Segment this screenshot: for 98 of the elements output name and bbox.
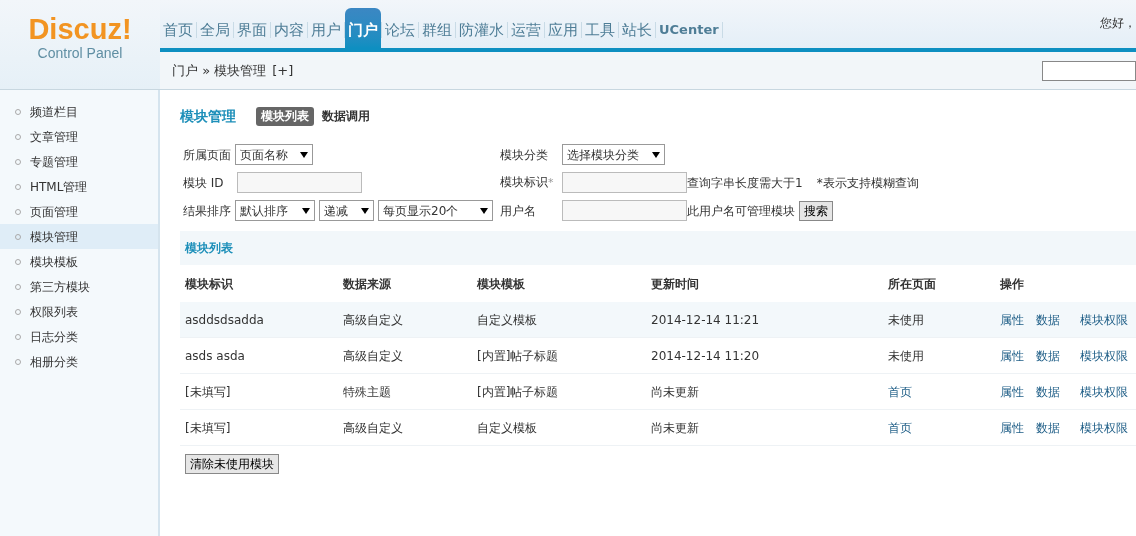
- nav-tab[interactable]: 论坛: [382, 8, 418, 48]
- table-cell-text: 自定义模板: [477, 311, 538, 329]
- caret-icon: [302, 207, 310, 214]
- column-header: 模块模板: [477, 275, 526, 293]
- nav-tab[interactable]: 界面: [234, 8, 270, 48]
- table-cell-text: 自定义模板: [477, 419, 538, 437]
- table-cell-text: 尚未更新: [651, 383, 700, 401]
- field-label: 模块 ID: [183, 174, 225, 192]
- column-header: 所在页面: [888, 275, 937, 293]
- nav-tab[interactable]: UCenter: [656, 8, 722, 48]
- search-button[interactable]: 搜索: [799, 200, 833, 221]
- search-field[interactable]: [1042, 60, 1136, 81]
- action-link[interactable]: 模块权限: [1080, 382, 1128, 401]
- table-cell-text: 未使用: [888, 347, 924, 365]
- clear-unused-button[interactable]: 清除未使用模块: [185, 454, 279, 474]
- sidebar-item[interactable]: 权限列表: [0, 299, 158, 324]
- caret-icon: [300, 151, 308, 158]
- action-link[interactable]: 数据: [1036, 346, 1060, 365]
- action-link[interactable]: 属性: [1000, 346, 1024, 365]
- action-link[interactable]: 属性: [1000, 382, 1024, 401]
- nav-tab[interactable]: 防灌水: [456, 8, 507, 48]
- asterisk-mark: *: [548, 175, 554, 192]
- action-link[interactable]: 模块权限: [1080, 310, 1128, 329]
- sidebar-item[interactable]: 文章管理: [0, 124, 158, 149]
- username-field[interactable]: [562, 200, 687, 221]
- per-page-select[interactable]: 每页显示20个: [378, 200, 493, 221]
- action-link[interactable]: 模块权限: [1080, 418, 1128, 437]
- page-tab[interactable]: 模块列表: [256, 106, 314, 126]
- category-select[interactable]: 选择模块分类: [562, 144, 665, 165]
- logo-text: Discuz!: [28, 14, 132, 44]
- sidebar-item[interactable]: 频道栏目: [0, 99, 158, 124]
- sort-select[interactable]: 默认排序: [235, 200, 315, 221]
- table-cell-text: [未填写]: [185, 419, 232, 437]
- action-link[interactable]: 数据: [1036, 418, 1060, 437]
- caret-icon: [652, 151, 660, 158]
- sidebar-item[interactable]: 相册分类: [0, 349, 158, 374]
- sidebar-item[interactable]: 页面管理: [0, 199, 158, 224]
- nav-tab[interactable]: 内容: [271, 8, 307, 48]
- nav-tab[interactable]: 首页: [160, 8, 196, 48]
- sidebar-item[interactable]: HTML管理: [0, 174, 158, 199]
- table-cell-text: [内置]帖子标题: [477, 347, 560, 365]
- column-header: 更新时间: [651, 275, 700, 293]
- table-cell-text: 尚未更新: [651, 419, 700, 437]
- caret-icon: [361, 207, 369, 214]
- table-cell-text: 特殊主题: [343, 383, 392, 401]
- field-label: 所属页面: [183, 146, 231, 164]
- breadcrumb-text: 门户 » 模块管理: [172, 61, 267, 80]
- module-id-field[interactable]: [237, 172, 362, 193]
- table-cell-text: asds asda: [185, 347, 246, 365]
- field-label: 模块标识: [500, 174, 548, 192]
- nav-tab[interactable]: 全局: [197, 8, 233, 48]
- field-label: 模块分类: [500, 146, 549, 164]
- nav-tab[interactable]: 群组: [419, 8, 455, 48]
- sidebar-item[interactable]: 第三方模块: [0, 274, 158, 299]
- page-tab[interactable]: 数据调用: [320, 106, 372, 126]
- nav-tab[interactable]: 门户: [345, 8, 381, 48]
- table-cell-text: 未使用: [888, 311, 924, 329]
- action-link[interactable]: 数据: [1036, 382, 1060, 401]
- hint-text: 查询字串长度需大于1: [687, 174, 803, 192]
- action-link[interactable]: 属性: [1000, 310, 1024, 329]
- column-header: 数据来源: [343, 275, 392, 293]
- field-label: 用户名: [500, 202, 537, 220]
- table-cell-text: 高级自定义: [343, 311, 404, 329]
- logo-subtitle: Control Panel: [37, 44, 123, 62]
- sidebar-item[interactable]: 模块管理: [0, 224, 158, 249]
- nav-tab[interactable]: 运营: [508, 8, 544, 48]
- page-title: 模块管理: [180, 106, 236, 126]
- sidebar-item[interactable]: 专题管理: [0, 149, 158, 174]
- column-header: 操作: [1000, 275, 1025, 293]
- nav-tab[interactable]: 应用: [545, 8, 581, 48]
- field-label: 结果排序: [183, 202, 231, 220]
- caret-icon: [480, 207, 488, 214]
- order-select[interactable]: 递减: [319, 200, 374, 221]
- table-cell-text: asddsdsadda: [185, 311, 265, 329]
- table-cell-text: 高级自定义: [343, 419, 404, 437]
- column-header: 模块标识: [185, 275, 234, 293]
- table-cell-text: 高级自定义: [343, 347, 404, 365]
- action-link[interactable]: 属性: [1000, 418, 1024, 437]
- sidebar-item[interactable]: 模块模板: [0, 249, 158, 274]
- nav-tab[interactable]: 站长: [619, 8, 655, 48]
- table-cell-text: [内置]帖子标题: [477, 383, 560, 401]
- greeting-text: 您好，: [1100, 15, 1136, 32]
- page-select[interactable]: 页面名称: [235, 144, 313, 165]
- hint-text: 此用户名可管理模块: [687, 202, 795, 220]
- add-link[interactable]: [+]: [272, 60, 294, 81]
- hint-text: *表示支持模糊查询: [816, 174, 919, 192]
- sidebar-item[interactable]: 日志分类: [0, 324, 158, 349]
- section-title: 模块列表: [180, 231, 1136, 265]
- page-link[interactable]: 首页: [888, 418, 912, 437]
- action-link[interactable]: 数据: [1036, 310, 1060, 329]
- module-ident-field[interactable]: [562, 172, 687, 193]
- table-cell-text: 2014-12-14 11:20: [651, 347, 761, 365]
- table-cell-text: [未填写]: [185, 383, 232, 401]
- nav-tab[interactable]: 用户: [308, 8, 344, 48]
- action-link[interactable]: 模块权限: [1080, 346, 1128, 365]
- nav-tab[interactable]: 工具: [582, 8, 618, 48]
- table-cell-text: 2014-12-14 11:21: [651, 311, 761, 329]
- page-link[interactable]: 首页: [888, 382, 912, 401]
